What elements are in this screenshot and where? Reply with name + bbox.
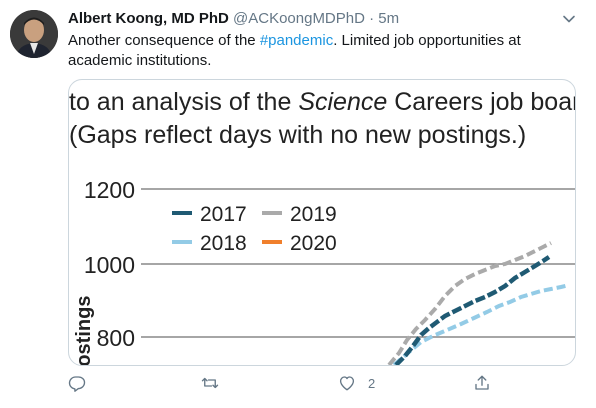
timestamp[interactable]: 5m	[378, 10, 399, 27]
hashtag-link[interactable]: #pandemic	[260, 32, 333, 49]
chevron-down-icon[interactable]	[562, 12, 576, 26]
reply-icon	[68, 376, 86, 392]
author-name[interactable]: Albert Koong, MD PhD	[68, 10, 229, 27]
author-handle[interactable]: @ACKoongMDPhD	[233, 10, 365, 27]
tweet-text: Another consequence of the #pandemic. Li…	[68, 31, 568, 71]
avatar[interactable]	[10, 10, 58, 58]
like-count: 2	[368, 375, 376, 391]
tweet-actions: 2	[0, 372, 596, 398]
legend-label-2018: 2018	[200, 232, 247, 255]
legend-label-2020: 2020	[290, 232, 337, 255]
avatar-photo	[10, 10, 58, 58]
separator: ·	[369, 10, 375, 27]
legend-label-2019: 2019	[290, 203, 337, 226]
retweet-icon	[201, 377, 219, 389]
tweet-header: Albert Koong, MD PhD @ACKoongMDPhD · 5m	[68, 10, 399, 28]
reply-button[interactable]	[68, 372, 98, 394]
legend: 2017 2019 2018 2020	[172, 203, 337, 255]
retweet-button[interactable]	[201, 372, 231, 394]
chart: 1200 1000 800 Postings 2017 2019 2018 20…	[73, 177, 575, 365]
legend-label-2017: 2017	[200, 203, 247, 226]
y-axis-label: Postings	[73, 296, 95, 365]
tweet-text-before: Another consequence of the	[68, 32, 260, 49]
share-icon	[475, 375, 489, 390]
y-tick-1200: 1200	[84, 177, 135, 203]
like-button[interactable]: 2	[338, 372, 375, 394]
y-tick-800: 800	[97, 325, 135, 351]
tweet-media-image[interactable]: to an analysis of the Science Careers jo…	[68, 79, 576, 366]
share-button[interactable]	[473, 372, 503, 394]
tweet[interactable]: Albert Koong, MD PhD @ACKoongMDPhD · 5m …	[0, 0, 596, 408]
y-tick-1000: 1000	[84, 252, 135, 278]
heart-icon	[339, 376, 355, 391]
